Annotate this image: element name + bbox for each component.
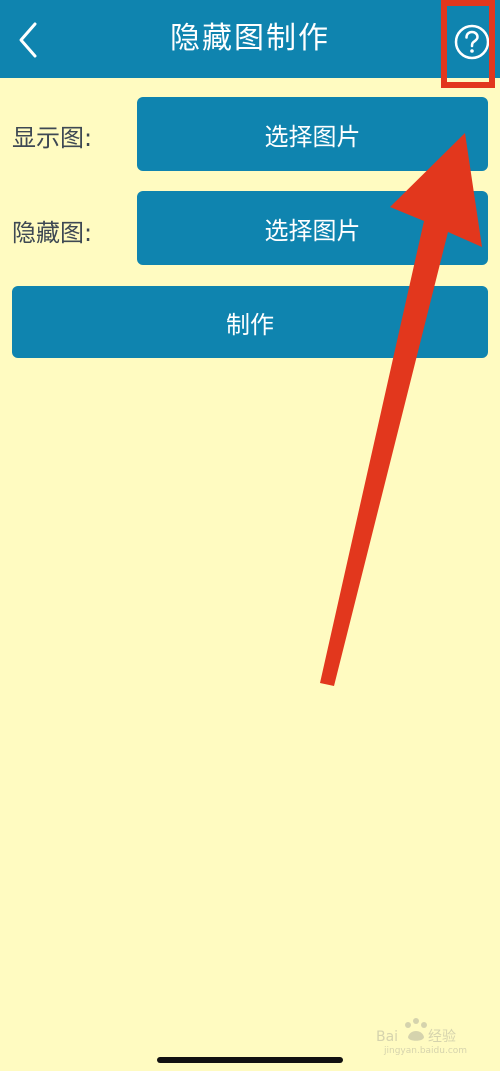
watermark-logo: Bai 经验 jingyan.baidu.com bbox=[376, 1018, 467, 1055]
app-bar: 隐藏图制作 bbox=[0, 0, 500, 78]
display-image-label: 显示图: bbox=[12, 124, 93, 152]
page-title: 隐藏图制作 bbox=[170, 21, 330, 56]
svg-text:jingyan.baidu.com: jingyan.baidu.com bbox=[383, 1046, 467, 1055]
svg-text:Bai: Bai bbox=[376, 1029, 398, 1045]
help-button[interactable] bbox=[450, 20, 494, 64]
svg-text:经验: 经验 bbox=[428, 1029, 456, 1045]
hidden-image-label: 隐藏图: bbox=[12, 219, 93, 247]
make-button[interactable]: 制作 bbox=[12, 286, 488, 358]
select-display-image-button[interactable]: 选择图片 bbox=[137, 97, 488, 171]
select-hidden-image-button[interactable]: 选择图片 bbox=[137, 191, 488, 265]
home-indicator[interactable] bbox=[157, 1057, 343, 1063]
question-circle-icon bbox=[454, 24, 490, 60]
app-screen: 隐藏图制作 显示图: 选择图片 隐藏图: 选择图片 制作 Bai 经验 jing… bbox=[0, 0, 500, 1071]
